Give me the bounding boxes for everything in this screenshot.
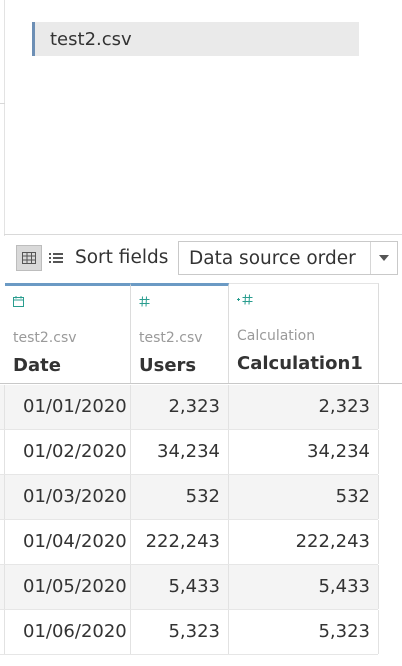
column-header-date[interactable]: test2.csv Date [5,283,131,383]
toolbar-divider [4,234,402,235]
users-cell: 222,243 [131,520,229,564]
date-cell: 01/01/2020 [5,385,131,429]
calculation1-cell: 2,323 [229,385,379,429]
table-row: 01/06/2020 5,323 5,323 [0,610,379,655]
calculation1-cell: 532 [229,475,379,519]
sort-fields-label: Sort fields [75,247,169,268]
users-cell: 2,323 [131,385,229,429]
list-view-button[interactable] [48,249,64,267]
calculation1-cell: 5,433 [229,565,379,609]
users-cell: 5,323 [131,610,229,654]
date-cell: 01/04/2020 [5,520,131,564]
data-grid-body: 01/01/2020 2,323 2,323 01/02/2020 34,234… [0,385,379,655]
column-header-users[interactable]: test2.csv Users [131,283,229,383]
chevron-down-icon[interactable] [371,255,397,261]
column-source-label: test2.csv [13,330,77,346]
date-cell: 01/03/2020 [5,475,131,519]
data-source-table-chip[interactable]: test2.csv [32,22,359,56]
date-cell: 01/06/2020 [5,610,131,654]
table-row: 01/05/2020 5,433 5,433 [0,565,379,610]
column-name: Date [13,355,61,376]
data-source-table-label: test2.csv [50,28,132,50]
calendar-icon [13,296,24,310]
calculation1-cell: 222,243 [229,520,379,564]
left-panel-divider [4,0,5,236]
left-panel-tick [0,103,5,104]
column-source-label: test2.csv [139,330,203,346]
sort-fields-dropdown[interactable]: Data source order [178,241,398,275]
header-divider [0,383,402,384]
date-cell: 01/02/2020 [5,430,131,474]
sort-fields-selected-value: Data source order [189,247,356,269]
date-cell: 01/05/2020 [5,565,131,609]
calculation1-cell: 34,234 [229,430,379,474]
column-name: Calculation1 [237,353,363,374]
grid-view-button[interactable] [16,245,42,271]
table-row: 01/03/2020 532 532 [0,475,379,520]
users-cell: 34,234 [131,430,229,474]
column-name: Users [139,355,197,376]
table-row: 01/02/2020 34,234 34,234 [0,430,379,475]
users-cell: 5,433 [131,565,229,609]
column-header-calculation1[interactable]: Calculation Calculation1 [229,283,379,383]
number-hash-icon [139,296,150,310]
grid-icon [22,252,36,264]
calculation1-cell: 5,323 [229,610,379,654]
list-icon [49,253,63,263]
column-source-label: Calculation [237,328,316,344]
users-cell: 532 [131,475,229,519]
table-row: 01/04/2020 222,243 222,243 [0,520,379,565]
table-row: 01/01/2020 2,323 2,323 [0,385,379,430]
calculated-number-icon [237,294,253,308]
